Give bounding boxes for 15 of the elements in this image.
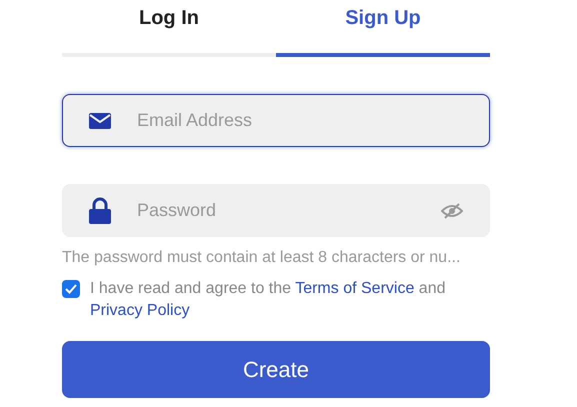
- agree-checkbox[interactable]: [62, 280, 80, 298]
- privacy-link[interactable]: Privacy Policy: [90, 302, 190, 319]
- tab[interactable]: Sign Up: [276, 0, 490, 57]
- create-button[interactable]: Create: [62, 341, 490, 398]
- password-input[interactable]: Password: [137, 197, 415, 224]
- eye-off-icon[interactable]: [441, 202, 463, 218]
- tab[interactable]: Log In: [62, 0, 276, 57]
- email-field[interactable]: Email Address: [62, 94, 490, 147]
- password-field[interactable]: Password: [62, 184, 490, 237]
- lock-icon: [89, 197, 111, 224]
- agreement-text: I have read and agree to the Terms of Service and Privacy Policy: [90, 279, 446, 321]
- password-hint: The password must contain at least 8 characters or nu...: [62, 248, 462, 268]
- mail-icon: [89, 112, 111, 128]
- email-input[interactable]: Email Address: [137, 107, 463, 134]
- terms-link[interactable]: Terms of Service: [295, 280, 414, 297]
